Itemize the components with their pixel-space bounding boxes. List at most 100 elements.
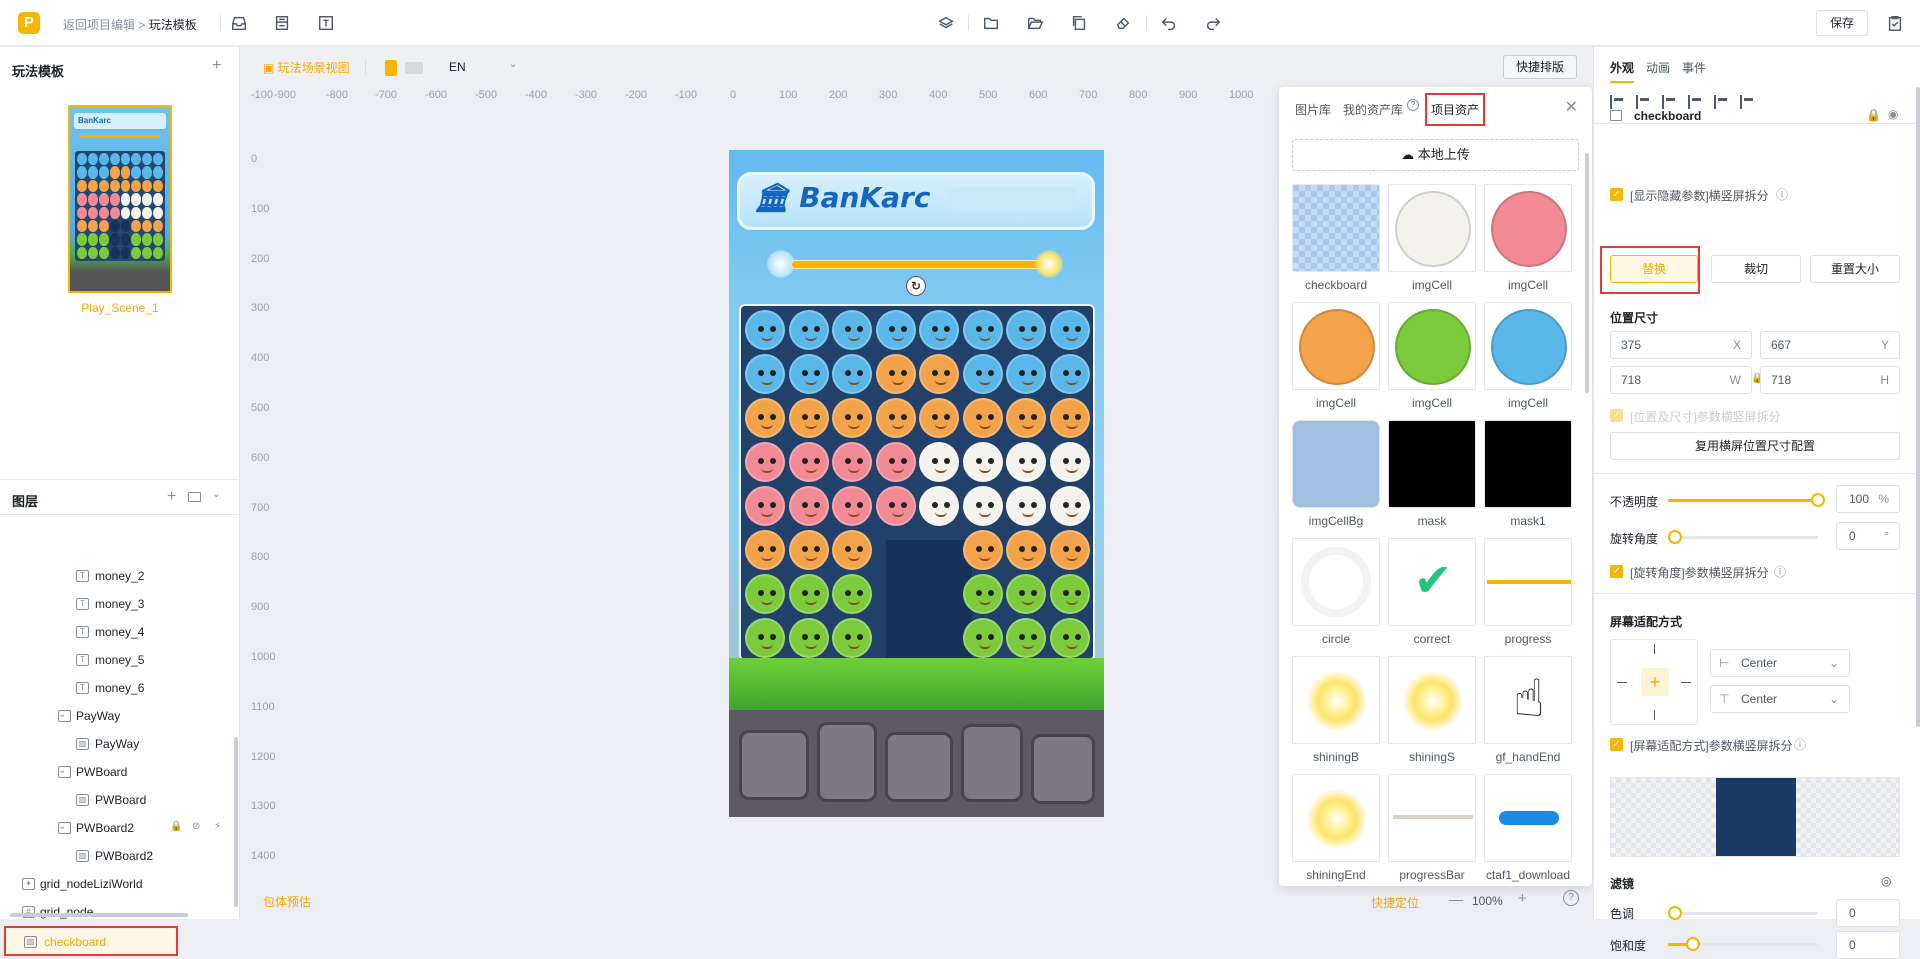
replace-button[interactable]: 替换 [1610,255,1698,283]
hue-slider[interactable] [1668,906,1818,920]
align-left-icon[interactable] [1610,95,1626,109]
rotation-split-checkbox[interactable]: ✓ [1610,565,1623,578]
asset-item[interactable]: progressBar [1388,774,1476,892]
show-hidden-params-checkbox[interactable]: ✓ [1610,188,1623,201]
asset-item[interactable]: circle [1292,538,1380,656]
add-template-icon[interactable]: + [212,57,221,75]
rotation-slider-knob[interactable] [1668,530,1682,544]
bird-cell[interactable] [1006,310,1046,350]
help-icon[interactable]: ? [1407,99,1419,111]
frog-cell[interactable] [962,574,1003,614]
asset-item[interactable]: imgCell [1484,302,1572,420]
close-icon[interactable]: ✕ [1565,97,1578,117]
pig-cell[interactable] [788,486,829,526]
layer-item[interactable]: Tmoney_4 [0,618,236,646]
folder-icon[interactable] [981,13,1001,33]
align-vcenter-icon[interactable] [1714,95,1730,109]
tiger-cell[interactable] [788,398,829,438]
tab-project-assets[interactable]: 项目资产 [1425,93,1486,126]
quick-layout-button[interactable]: 快捷排版 [1503,55,1577,79]
panda-cell[interactable] [1049,486,1090,526]
layer-item[interactable]: ▨ PayWay [0,730,236,758]
help-icon[interactable]: ⓘ [1774,563,1786,580]
asset-item[interactable]: ✔ correct [1388,538,1476,656]
anchor-bottom[interactable] [1654,710,1655,720]
asset-item[interactable]: ☝ gf_handEnd [1484,656,1572,774]
asset-thumbnail[interactable]: ✔ [1388,538,1476,626]
landscape-toggle[interactable] [405,62,423,74]
bird-cell[interactable] [962,310,1003,350]
pig-cell[interactable] [875,486,916,526]
zoom-out-button[interactable]: — [1449,891,1463,907]
asset-item[interactable]: shiningB [1292,656,1380,774]
pos-split-checkbox[interactable]: ✓ [1610,409,1623,422]
tiger-cell[interactable] [919,398,959,438]
asset-thumbnail[interactable] [1484,302,1572,390]
frog-cell[interactable] [832,618,872,658]
scene-label[interactable]: Play_Scene_1 [0,301,240,315]
quick-locate-link[interactable]: 快捷定位 [1371,894,1419,911]
asset-item[interactable]: imgCell [1388,184,1476,302]
frog-cell[interactable] [1049,574,1090,614]
hue-slider-knob[interactable] [1668,906,1682,920]
tab-events[interactable]: 事件 [1682,59,1706,76]
panda-cell[interactable] [919,442,959,482]
asset-thumbnail[interactable] [1484,538,1572,626]
opacity-input[interactable]: 100% [1836,485,1900,513]
y-input[interactable]: 667 Y [1760,331,1900,359]
saturation-slider[interactable] [1668,937,1818,951]
tiger-cell[interactable] [1049,530,1090,570]
portrait-toggle[interactable] [385,60,397,76]
reset-size-button[interactable]: 重置大小 [1810,255,1900,283]
panda-cell[interactable] [962,442,1003,482]
bird-cell[interactable] [919,310,959,350]
asset-thumbnail[interactable] [1292,184,1380,272]
redo-icon[interactable] [1203,13,1223,33]
fit-horizontal-select[interactable]: ⊢ Center ⌄ [1710,649,1850,677]
anchor-center-icon[interactable]: + [1641,668,1669,696]
rotation-input[interactable]: 0 ° [1836,522,1900,550]
layer-item[interactable]: ⌄ PWBoard [0,758,236,786]
pig-cell[interactable] [745,486,785,526]
layer-item[interactable]: Tmoney_5 [0,646,236,674]
asset-item[interactable]: shiningEnd [1292,774,1380,892]
inbox-icon[interactable] [229,13,249,33]
local-upload-button[interactable]: ☁ 本地上传 [1292,139,1579,171]
asset-thumbnail[interactable] [1292,656,1380,744]
panda-cell[interactable] [1006,442,1046,482]
package-estimate-link[interactable]: 包体预估 [263,893,311,910]
panda-cell[interactable] [1006,486,1046,526]
frog-cell[interactable] [832,574,872,614]
asset-thumbnail[interactable]: ☝ [1484,656,1572,744]
anchor-right[interactable] [1681,682,1691,683]
frog-cell[interactable] [1006,618,1046,658]
bird-cell[interactable] [745,310,785,350]
rotation-slider[interactable] [1668,530,1818,544]
anchor-picker[interactable]: + [1610,639,1698,725]
asset-item[interactable]: mask [1388,420,1476,538]
saturation-input[interactable]: 0 [1836,931,1900,959]
scene-view-tab[interactable]: ▣ 玩法场景视图 [263,59,350,76]
asset-thumbnail[interactable] [1292,774,1380,862]
layers-icon[interactable] [936,13,956,33]
collapse-chevron-icon[interactable]: ⌄ [212,489,220,500]
tiger-cell[interactable] [962,398,1003,438]
layer-item[interactable]: ▨ PWBoard2 [0,842,236,870]
tiger-cell[interactable] [745,530,785,570]
panda-cell[interactable] [919,486,959,526]
tiger-cell[interactable] [832,530,872,570]
asset-thumbnail[interactable] [1292,420,1380,508]
eraser-icon[interactable] [1113,13,1133,33]
layer-item[interactable]: # grid_node [0,898,236,926]
tab-appearance[interactable]: 外观 [1610,59,1634,76]
asset-item[interactable]: progress [1484,538,1572,656]
asset-thumbnail[interactable] [1388,420,1476,508]
asset-thumbnail[interactable] [1292,538,1380,626]
asset-thumbnail[interactable] [1484,420,1572,508]
layer-item[interactable]: Tmoney_2 [0,562,236,590]
bird-cell[interactable] [1049,310,1090,350]
add-layer-icon[interactable]: + [167,488,176,506]
bird-cell[interactable] [832,310,872,350]
bird-cell[interactable] [788,310,829,350]
anchor-top[interactable] [1654,644,1655,654]
